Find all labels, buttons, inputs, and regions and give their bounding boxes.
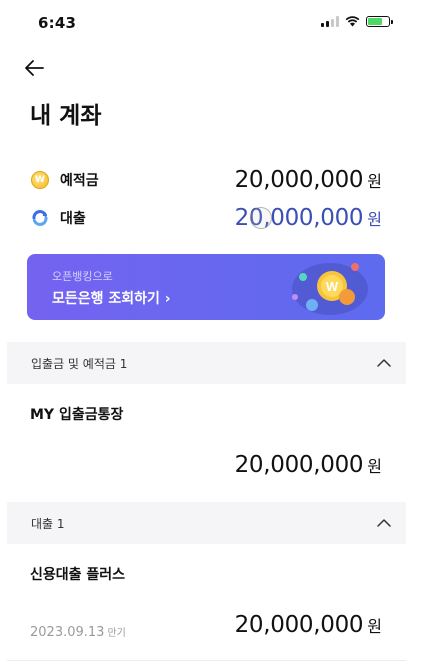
touch-indicator xyxy=(250,207,272,229)
deposit-amount: 20,000,000 xyxy=(234,167,364,193)
page-title: 내 계좌 xyxy=(30,103,102,129)
wifi-icon xyxy=(345,16,360,27)
account-name-checking[interactable]: MY 입출금통장 xyxy=(30,404,123,424)
loan-section-header[interactable]: 대출 1 xyxy=(7,502,406,544)
arrow-left-icon xyxy=(25,60,44,76)
coins-illustration-icon: W xyxy=(292,263,368,315)
loan-label: 대출 xyxy=(60,211,86,227)
maturity-date: 2023.09.13 xyxy=(30,625,105,640)
loan-section-label: 대출 1 xyxy=(31,516,65,531)
status-time: 6:43 xyxy=(38,14,77,32)
chevron-up-icon xyxy=(377,359,391,367)
loan-unit: 원 xyxy=(367,210,382,229)
loan-maturity: 2023.09.13 만기 xyxy=(30,624,126,640)
signal-icon xyxy=(321,16,339,27)
deposit-summary[interactable]: W 예적금 20,000,000 원 xyxy=(30,163,382,197)
account-name-loan[interactable]: 신용대출 플러스 xyxy=(30,564,125,584)
checking-amount-value: 20,000,000 xyxy=(234,452,364,478)
deposit-section-header[interactable]: 입출금 및 예적금 1 xyxy=(7,342,406,384)
banner-title: 모든은행 조회하기 › xyxy=(52,291,171,307)
maturity-label: 만기 xyxy=(107,628,126,639)
status-bar: 6:43 xyxy=(0,0,426,46)
deposit-label: 예적금 xyxy=(60,173,99,189)
open-banking-banner[interactable]: 오픈뱅킹으로 모든은행 조회하기 › W xyxy=(27,254,385,320)
loan-account-amount: 20,000,000 원 xyxy=(235,612,382,638)
loan-icon xyxy=(32,210,48,226)
loan-summary[interactable]: 대출 20,000,000 원 xyxy=(30,201,382,235)
svg-text:W: W xyxy=(326,279,339,294)
chevron-up-icon xyxy=(377,519,391,527)
deposit-section-label: 입출금 및 예적금 1 xyxy=(31,356,128,371)
banner-subtitle: 오픈뱅킹으로 xyxy=(52,270,113,283)
bottom-divider xyxy=(7,660,406,661)
deposit-unit: 원 xyxy=(367,172,382,191)
battery-icon xyxy=(366,16,393,27)
checking-amount: 20,000,000 원 xyxy=(235,452,382,478)
loan-account-amount-unit: 원 xyxy=(367,617,382,636)
loan-account-amount-value: 20,000,000 xyxy=(234,612,364,638)
back-button[interactable] xyxy=(20,54,48,82)
status-icons xyxy=(321,16,393,27)
checking-amount-unit: 원 xyxy=(367,457,382,476)
coin-icon: W xyxy=(31,171,49,189)
